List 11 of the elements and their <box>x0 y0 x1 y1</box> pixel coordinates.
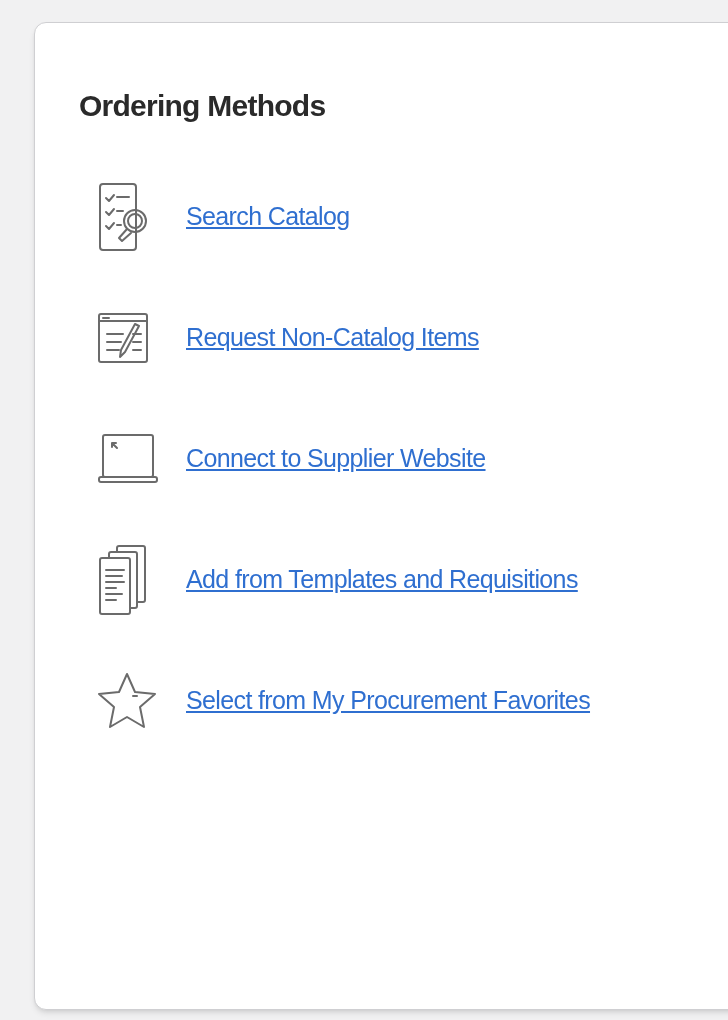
card-title: Ordering Methods <box>79 88 326 124</box>
method-link[interactable]: Connect to Supplier Website <box>186 439 486 478</box>
method-link[interactable]: Search Catalog <box>186 197 350 236</box>
star-icon <box>97 671 157 730</box>
checklist-magnifier-icon <box>97 180 149 253</box>
documents-icon <box>97 543 149 616</box>
form-pencil-icon <box>97 311 149 364</box>
method-link[interactable]: Select from My Procurement Favorites <box>186 681 590 720</box>
laptop-icon <box>97 432 159 485</box>
method-link[interactable]: Request Non-Catalog Items <box>186 318 479 357</box>
method-link[interactable]: Add from Templates and Requisitions <box>186 560 578 599</box>
